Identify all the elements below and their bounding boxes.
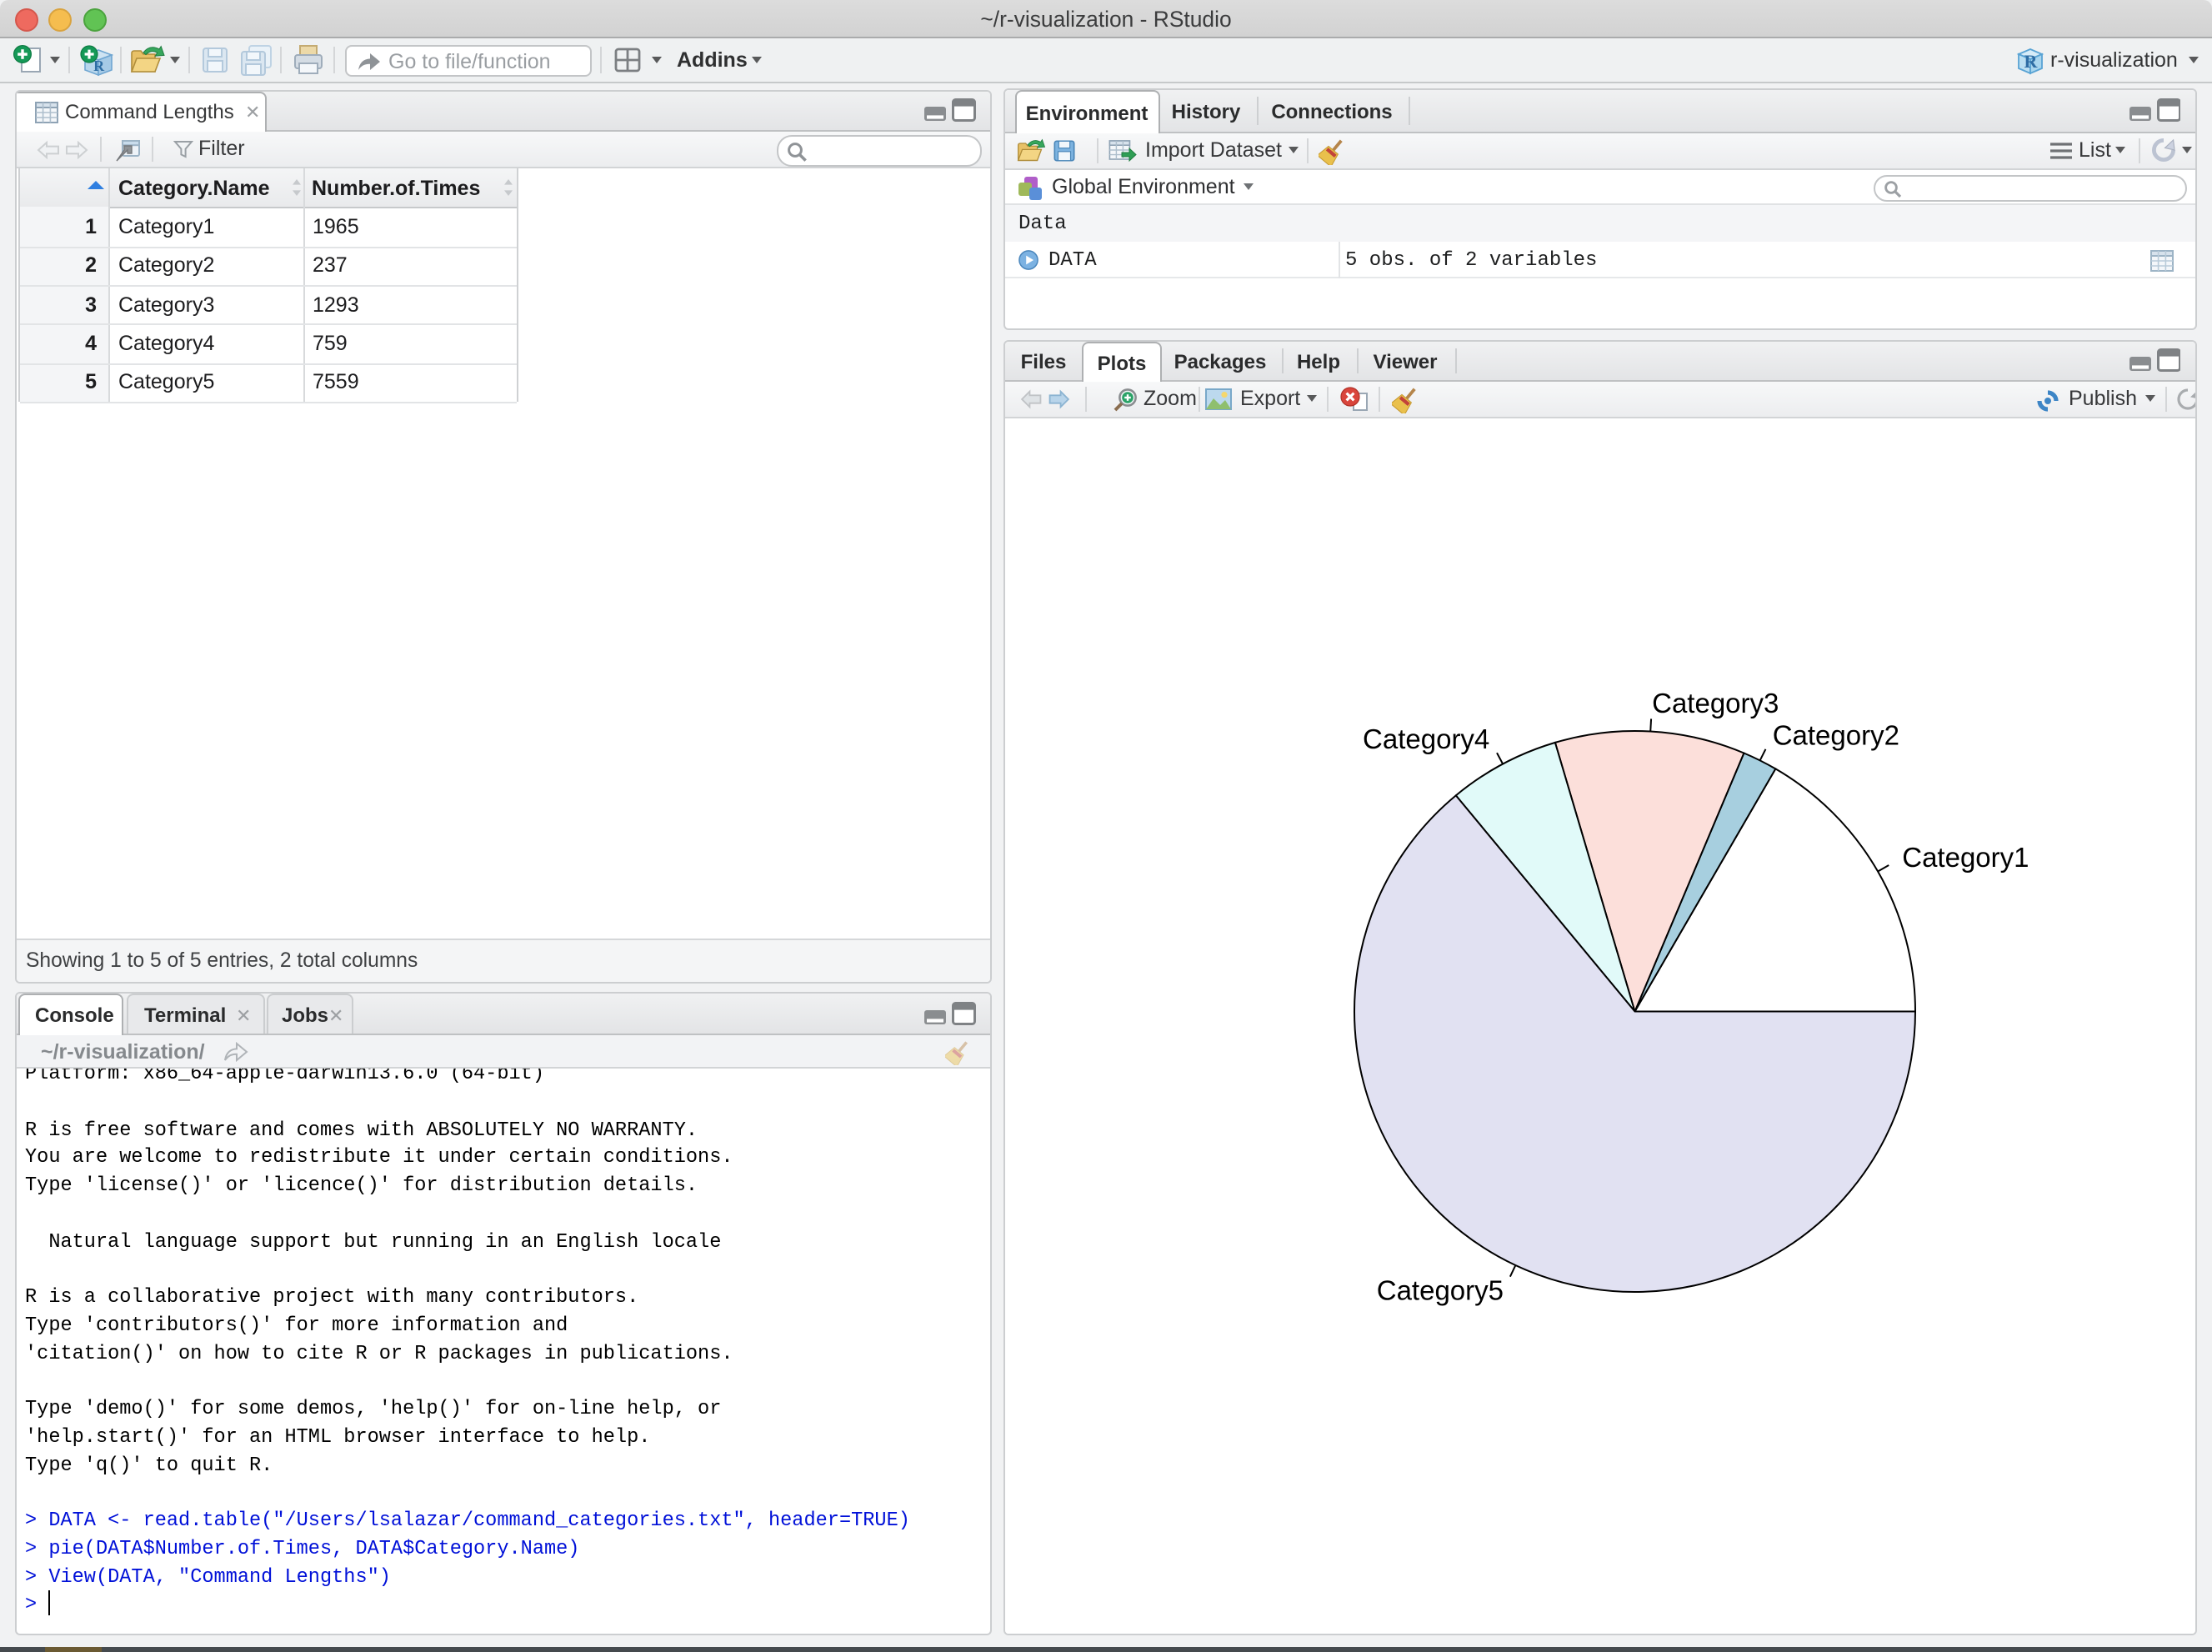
svg-text:Category5: Category5 [1377, 1274, 1504, 1305]
svg-text:Category1: Category1 [1902, 842, 2029, 873]
svg-text:Category3: Category3 [1652, 688, 1779, 718]
svg-text:R: R [2023, 50, 2037, 71]
svg-text:Category4: Category4 [1363, 723, 1489, 754]
svg-text:Category2: Category2 [1773, 719, 1899, 750]
